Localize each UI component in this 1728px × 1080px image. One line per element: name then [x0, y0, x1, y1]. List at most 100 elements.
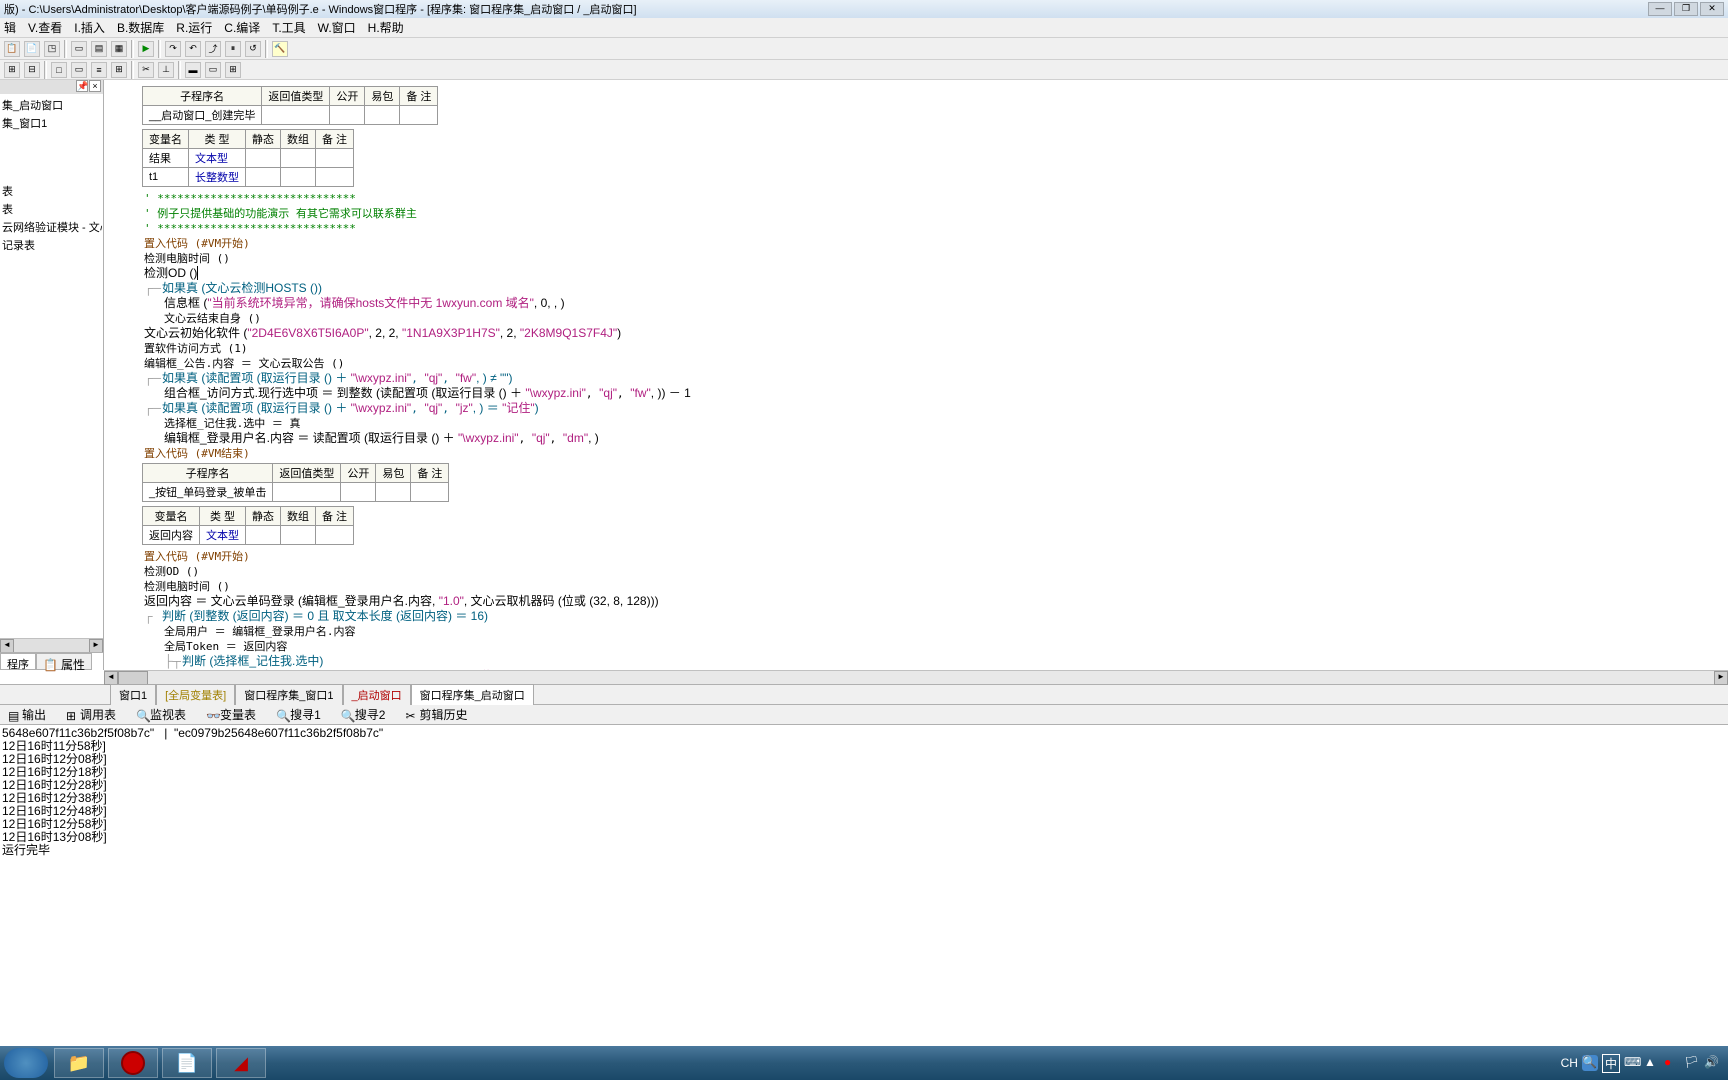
toolbar-run-icon[interactable]: ▶ [138, 41, 154, 57]
tray-keyboard-icon[interactable]: ⌨ [1624, 1055, 1640, 1071]
tree-item[interactable]: 表 [2, 200, 101, 218]
menu-view[interactable]: V.查看 [28, 19, 62, 36]
scroll-left-icon[interactable]: ◄ [0, 639, 14, 653]
code-line[interactable]: ' ****************************** [144, 191, 1720, 206]
td[interactable] [246, 149, 281, 168]
td[interactable]: _按钮_单码登录_被单击 [143, 483, 273, 502]
tree-item[interactable]: 记录表 [2, 236, 101, 254]
td[interactable]: t1 [143, 168, 189, 187]
td[interactable] [281, 149, 316, 168]
panel-close-icon[interactable]: × [89, 80, 101, 92]
tab-vars[interactable]: 👓变量表 [200, 704, 262, 725]
td[interactable] [330, 106, 365, 125]
toolbar-paste-icon[interactable]: 📄 [24, 41, 40, 57]
scroll-right-icon[interactable]: ► [89, 639, 103, 653]
td[interactable] [316, 149, 354, 168]
tb2-btn6-icon[interactable]: ⊞ [111, 62, 127, 78]
menu-compile[interactable]: C.编译 [224, 19, 260, 36]
tab-output[interactable]: ▤输出 [2, 704, 52, 725]
tray-chevron-up-icon[interactable]: ▲ [1644, 1055, 1660, 1071]
td[interactable]: 结果 [143, 149, 189, 168]
td[interactable] [376, 483, 411, 502]
toolbar-btn3-icon[interactable]: ◳ [44, 41, 60, 57]
td[interactable] [281, 526, 316, 545]
td[interactable] [365, 106, 400, 125]
minimize-button[interactable]: — [1648, 2, 1672, 16]
tab-global-vars[interactable]: [全局变量表] [156, 684, 235, 705]
tab-clipboard[interactable]: ✂剪辑历史 [399, 704, 473, 725]
code-line[interactable]: 编辑框_公告.内容 ＝ 文心云取公告 () [144, 356, 1720, 371]
td[interactable] [262, 106, 330, 125]
panel-pin-icon[interactable]: 📌 [76, 80, 88, 92]
code-line[interactable]: 信息框 ("当前系统环境异常，请确保hosts文件中无 1wxyun.com 域… [144, 296, 1720, 311]
code-line[interactable]: 编辑框_登录用户名.内容 ＝ 读配置项 (取运行目录 () ＋ "\wxypz.… [144, 431, 1720, 446]
taskbar-recorder[interactable] [108, 1048, 158, 1078]
tb2-btn11-icon[interactable]: ⊞ [225, 62, 241, 78]
toolbar-stepout-icon[interactable]: ⤴ [205, 41, 221, 57]
close-button[interactable]: ✕ [1700, 2, 1724, 16]
panel-scrollbar[interactable]: ◄ ► [0, 638, 103, 652]
tree-item[interactable]: 集_启动窗口 [2, 96, 101, 114]
editor-scrollbar-h[interactable]: ◄ ► [104, 670, 1728, 684]
menu-database[interactable]: B.数据库 [117, 19, 164, 36]
scroll-thumb[interactable] [118, 671, 148, 685]
taskbar-app4[interactable]: ◢ [216, 1048, 266, 1078]
scroll-right-icon[interactable]: ► [1714, 671, 1728, 685]
tab-start-window-set[interactable]: 窗口程序集_启动窗口 [411, 684, 534, 705]
tree-item[interactable]: 云网络验证模块 - 文心 [2, 218, 101, 236]
code-line[interactable]: ┌─如果真 (读配置项 (取运行目录 () ＋ "\wxypz.ini", "q… [144, 371, 1720, 386]
menu-tools[interactable]: T.工具 [272, 19, 305, 36]
td[interactable] [316, 168, 354, 187]
toolbar-stepinto-icon[interactable]: ↶ [185, 41, 201, 57]
tab-start-window[interactable]: _启动窗口 [343, 684, 411, 705]
td[interactable] [273, 483, 341, 502]
code-line[interactable]: 检测OD () [144, 564, 1720, 579]
td[interactable]: 文本型 [200, 526, 246, 545]
tb2-btn1-icon[interactable]: ⊞ [4, 62, 20, 78]
code-line[interactable]: ├┬判断 (选择框_记住我.选中) [144, 654, 1720, 669]
tab-search1[interactable]: 🔍搜寻1 [270, 704, 327, 725]
toolbar-window-icon[interactable]: ▭ [71, 41, 87, 57]
code-line[interactable]: 置入代码 (#VM结束) [144, 446, 1720, 461]
code-editor[interactable]: 子程序名返回值类型公开易包备 注 __启动窗口_创建完毕 变量名类 型静态数组备… [104, 80, 1728, 670]
tray-search-icon[interactable]: 🔍 [1582, 1055, 1598, 1071]
toolbar-form-icon[interactable]: ▤ [91, 41, 107, 57]
tb2-btn3-icon[interactable]: □ [51, 62, 67, 78]
tb2-btn7-icon[interactable]: ✂ [138, 62, 154, 78]
code-line[interactable]: ┌判断 (到整数 (返回内容) ＝ 0 且 取文本长度 (返回内容) ＝ 16) [144, 609, 1720, 624]
td[interactable]: __启动窗口_创建完毕 [143, 106, 262, 125]
tb2-btn9-icon[interactable]: ▬ [185, 62, 201, 78]
td[interactable] [411, 483, 449, 502]
code-line[interactable]: 组合框_访问方式.现行选中项 ＝ 到整数 (读配置项 (取运行目录 () ＋ "… [144, 386, 1720, 401]
td[interactable] [246, 526, 281, 545]
menu-edit[interactable]: 辑 [4, 19, 16, 36]
td[interactable] [246, 168, 281, 187]
menu-help[interactable]: H.帮助 [368, 19, 404, 36]
code-line[interactable]: 检测电脑时间 () [144, 251, 1720, 266]
td[interactable] [316, 526, 354, 545]
td[interactable]: 长整数型 [189, 168, 246, 187]
scroll-left-icon[interactable]: ◄ [104, 671, 118, 685]
tree-item[interactable]: 集_窗口1 [2, 114, 101, 132]
project-tree[interactable]: 集_启动窗口 集_窗口1 表 表 云网络验证模块 - 文心 记录表 [0, 94, 103, 638]
code-line[interactable]: 选择框_记住我.选中 ＝ 真 [144, 416, 1720, 431]
tray-flag-icon[interactable]: 🏳 [1684, 1055, 1700, 1071]
code-line[interactable]: 返回内容 ＝ 文心云单码登录 (编辑框_登录用户名.内容, "1.0", 文心云… [144, 594, 1720, 609]
toolbar-step-icon[interactable]: ↷ [165, 41, 181, 57]
code-line[interactable]: ' 例子只提供基础的功能演示 有其它需求可以联系群主 [144, 206, 1720, 221]
td[interactable]: 返回内容 [143, 526, 200, 545]
tab-program[interactable]: 程序 [0, 653, 36, 670]
td[interactable] [341, 483, 376, 502]
menu-insert[interactable]: I.插入 [74, 19, 105, 36]
code-line[interactable]: 全局用户 ＝ 编辑框_登录用户名.内容 [144, 624, 1720, 639]
tray-volume-icon[interactable]: 🔊 [1704, 1055, 1720, 1071]
tray-lang[interactable]: CH [1561, 1056, 1578, 1070]
tb2-btn10-icon[interactable]: ▭ [205, 62, 221, 78]
code-line[interactable]: 全局Token ＝ 返回内容 [144, 639, 1720, 654]
code-line[interactable]: ' ****************************** [144, 221, 1720, 236]
tab-watch[interactable]: 🔍监视表 [130, 704, 192, 725]
tb2-btn8-icon[interactable]: ⊥ [158, 62, 174, 78]
tb2-btn5-icon[interactable]: ≡ [91, 62, 107, 78]
tray-rec-icon[interactable]: ● [1664, 1055, 1680, 1071]
toolbar-copy-icon[interactable]: 📋 [4, 41, 20, 57]
